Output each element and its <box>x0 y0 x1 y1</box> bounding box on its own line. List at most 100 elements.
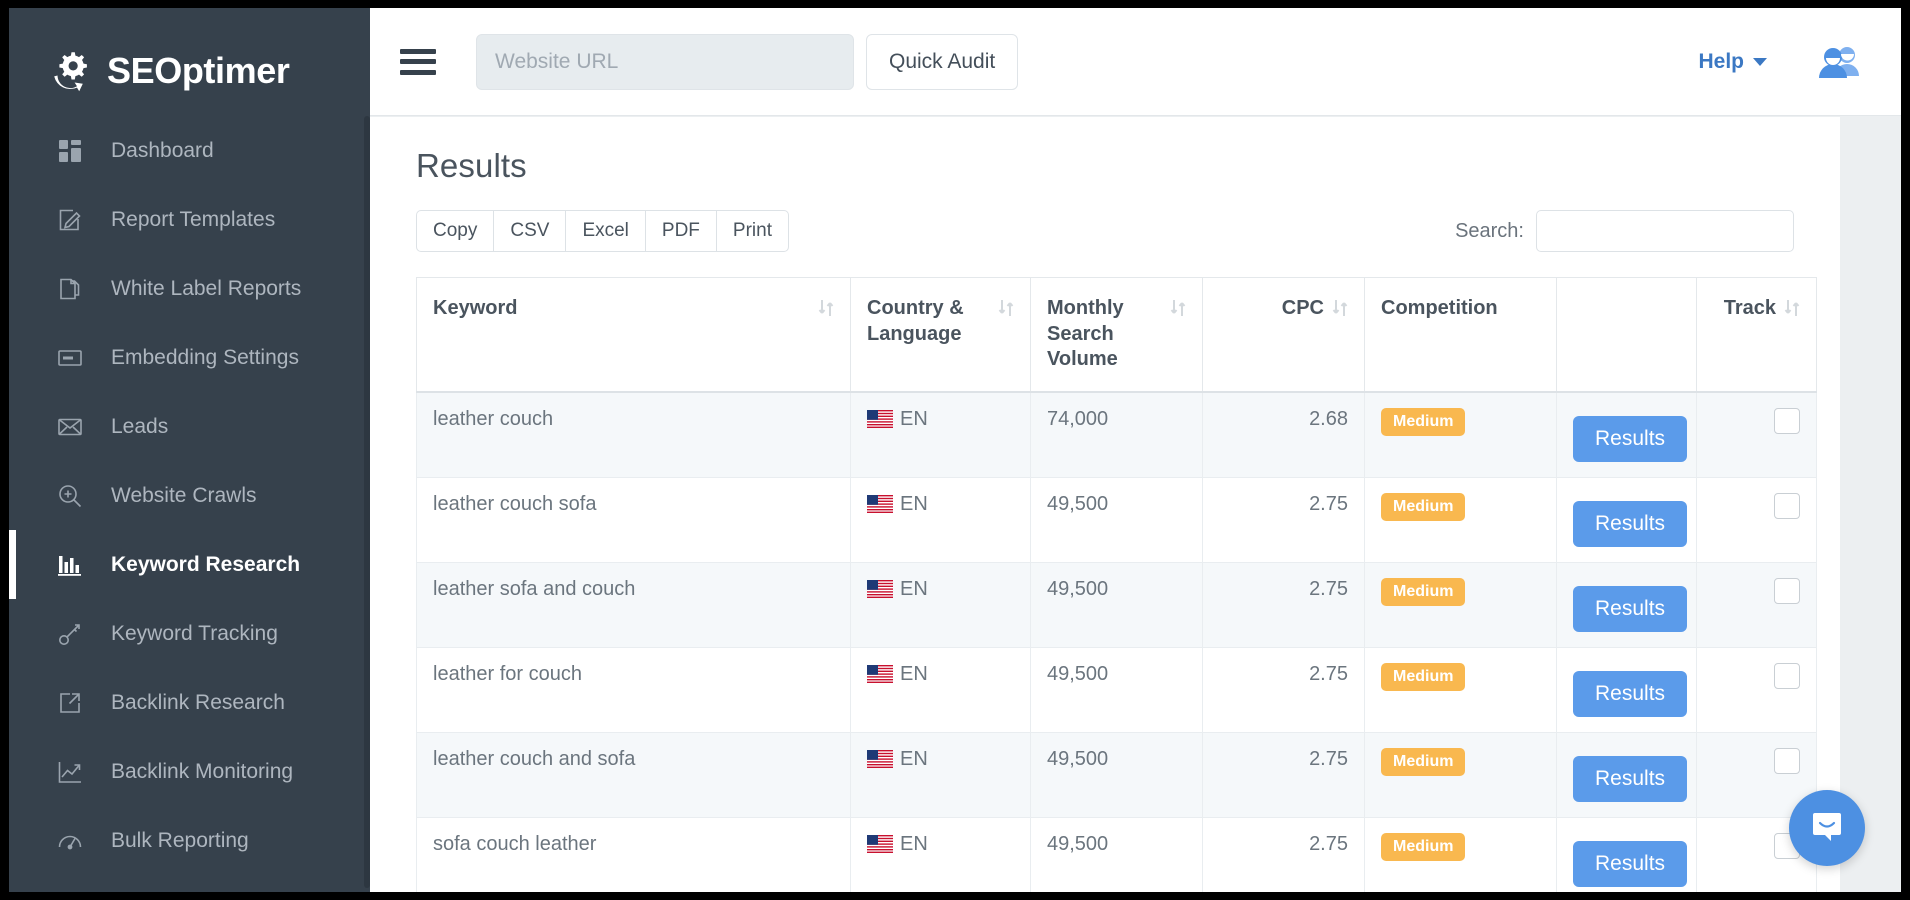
sidebar-item-bulk-reporting[interactable]: Bulk Reporting <box>9 806 370 875</box>
sidebar-item-leads[interactable]: Leads <box>9 392 370 461</box>
sidebar-item-label: Keyword Tracking <box>111 622 278 646</box>
sidebar-item-website-crawls[interactable]: Website Crawls <box>9 461 370 530</box>
results-button[interactable]: Results <box>1573 416 1687 462</box>
column-header-keyword[interactable]: Keyword <box>417 278 851 392</box>
column-header-competition[interactable]: Competition <box>1365 278 1557 392</box>
website-url-input[interactable] <box>476 34 854 90</box>
sort-icon <box>1170 298 1186 318</box>
sort-icon <box>1332 298 1348 318</box>
sidebar-item-label: Bulk Reporting <box>111 829 249 853</box>
envelope-icon <box>57 414 83 440</box>
cell-keyword: sofa couch leather <box>417 817 851 892</box>
external-link-icon <box>57 690 83 716</box>
sidebar-item-keyword-research[interactable]: Keyword Research <box>9 530 370 599</box>
column-label: Keyword <box>433 296 810 322</box>
cell-track <box>1697 647 1817 732</box>
sidebar-item-backlink-research[interactable]: Backlink Research <box>9 668 370 737</box>
table-header: Keyword <box>417 278 1817 392</box>
table-row: sofa couch leatherEN49,5002.75MediumResu… <box>417 817 1817 892</box>
sidebar-item-label: White Label Reports <box>111 277 301 301</box>
sidebar-item-label: Website Crawls <box>111 484 256 508</box>
table-row: leather couch and sofaEN49,5002.75Medium… <box>417 732 1817 817</box>
hamburger-icon[interactable] <box>400 49 436 75</box>
cell-results-action: Results <box>1557 477 1697 562</box>
intercom-chat-icon <box>1807 806 1847 851</box>
results-button[interactable]: Results <box>1573 841 1687 887</box>
export-copy-button[interactable]: Copy <box>416 210 493 252</box>
sidebar-nav: Dashboard Report Templates <box>9 116 370 875</box>
documents-copy-icon <box>57 276 83 302</box>
sidebar-item-white-label-reports[interactable]: White Label Reports <box>9 254 370 323</box>
sidebar-item-label: Backlink Research <box>111 691 285 715</box>
cell-track <box>1697 392 1817 478</box>
us-flag-icon <box>867 410 893 428</box>
sidebar-item-keyword-tracking[interactable]: Keyword Tracking <box>9 599 370 668</box>
quick-audit-button[interactable]: Quick Audit <box>866 34 1018 90</box>
column-label: CPC <box>1219 296 1324 322</box>
track-checkbox[interactable] <box>1774 493 1800 519</box>
cell-country-language: EN <box>851 392 1031 478</box>
cell-country-language: EN <box>851 647 1031 732</box>
cell-keyword: leather for couch <box>417 647 851 732</box>
track-checkbox[interactable] <box>1774 748 1800 774</box>
cell-country-language: EN <box>851 562 1031 647</box>
pencil-square-icon <box>57 207 83 233</box>
brand-logo[interactable]: SEOptimer <box>9 8 370 104</box>
intercom-chat-button[interactable] <box>1789 790 1865 866</box>
cell-country-language: EN <box>851 477 1031 562</box>
brand-name: SEOptimer <box>107 50 289 92</box>
column-label: Country & Language <box>867 296 990 347</box>
results-button[interactable]: Results <box>1573 586 1687 632</box>
column-header-cpc[interactable]: CPC <box>1203 278 1365 392</box>
cell-cpc: 2.75 <box>1203 732 1365 817</box>
cell-results-action: Results <box>1557 817 1697 892</box>
sort-icon <box>998 298 1014 318</box>
users-group-icon[interactable] <box>1817 45 1861 79</box>
cell-cpc: 2.68 <box>1203 392 1365 478</box>
cell-competition: Medium <box>1365 732 1557 817</box>
main-area: Quick Audit Help <box>370 8 1901 892</box>
search-label: Search: <box>1455 220 1524 243</box>
track-checkbox[interactable] <box>1774 578 1800 604</box>
country-code: EN <box>900 833 928 855</box>
content-right-gutter <box>1840 117 1901 892</box>
app-window: SEOptimer Dashboard <box>9 8 1901 892</box>
help-menu[interactable]: Help <box>1698 50 1767 74</box>
export-button-group: Copy CSV Excel PDF Print <box>416 210 789 252</box>
competition-badge: Medium <box>1381 663 1465 691</box>
export-excel-button[interactable]: Excel <box>565 210 644 252</box>
sidebar-item-embedding-settings[interactable]: Embedding Settings <box>9 323 370 392</box>
cell-results-action: Results <box>1557 562 1697 647</box>
results-button[interactable]: Results <box>1573 671 1687 717</box>
topbar-right: Help <box>1698 45 1901 79</box>
magnifier-plus-icon <box>57 483 83 509</box>
results-button[interactable]: Results <box>1573 501 1687 547</box>
cell-monthly-search-volume: 74,000 <box>1031 392 1203 478</box>
cell-cpc: 2.75 <box>1203 817 1365 892</box>
sidebar-item-backlink-monitoring[interactable]: Backlink Monitoring <box>9 737 370 806</box>
export-print-button[interactable]: Print <box>716 210 789 252</box>
sidebar-item-report-templates[interactable]: Report Templates <box>9 185 370 254</box>
sidebar-item-label: Dashboard <box>111 139 214 163</box>
topbar: Quick Audit Help <box>370 8 1901 116</box>
export-pdf-button[interactable]: PDF <box>645 210 716 252</box>
country-code: EN <box>900 748 928 770</box>
export-csv-button[interactable]: CSV <box>493 210 565 252</box>
competition-badge: Medium <box>1381 833 1465 861</box>
track-checkbox[interactable] <box>1774 408 1800 434</box>
cell-cpc: 2.75 <box>1203 477 1365 562</box>
table-row: leather sofa and couchEN49,5002.75Medium… <box>417 562 1817 647</box>
column-header-country-language[interactable]: Country & Language <box>851 278 1031 392</box>
cell-track <box>1697 562 1817 647</box>
search-input[interactable] <box>1536 210 1794 252</box>
column-header-monthly-search-volume[interactable]: Monthly Search Volume <box>1031 278 1203 392</box>
results-button[interactable]: Results <box>1573 756 1687 802</box>
competition-badge: Medium <box>1381 408 1465 436</box>
table-body: leather couchEN74,0002.68MediumResultsle… <box>417 392 1817 892</box>
country-code: EN <box>900 663 928 685</box>
column-header-track[interactable]: Track <box>1697 278 1817 392</box>
table-row: leather couch sofaEN49,5002.75MediumResu… <box>417 477 1817 562</box>
sidebar-item-dashboard[interactable]: Dashboard <box>9 116 370 185</box>
track-checkbox[interactable] <box>1774 663 1800 689</box>
table-row: leather couchEN74,0002.68MediumResults <box>417 392 1817 478</box>
